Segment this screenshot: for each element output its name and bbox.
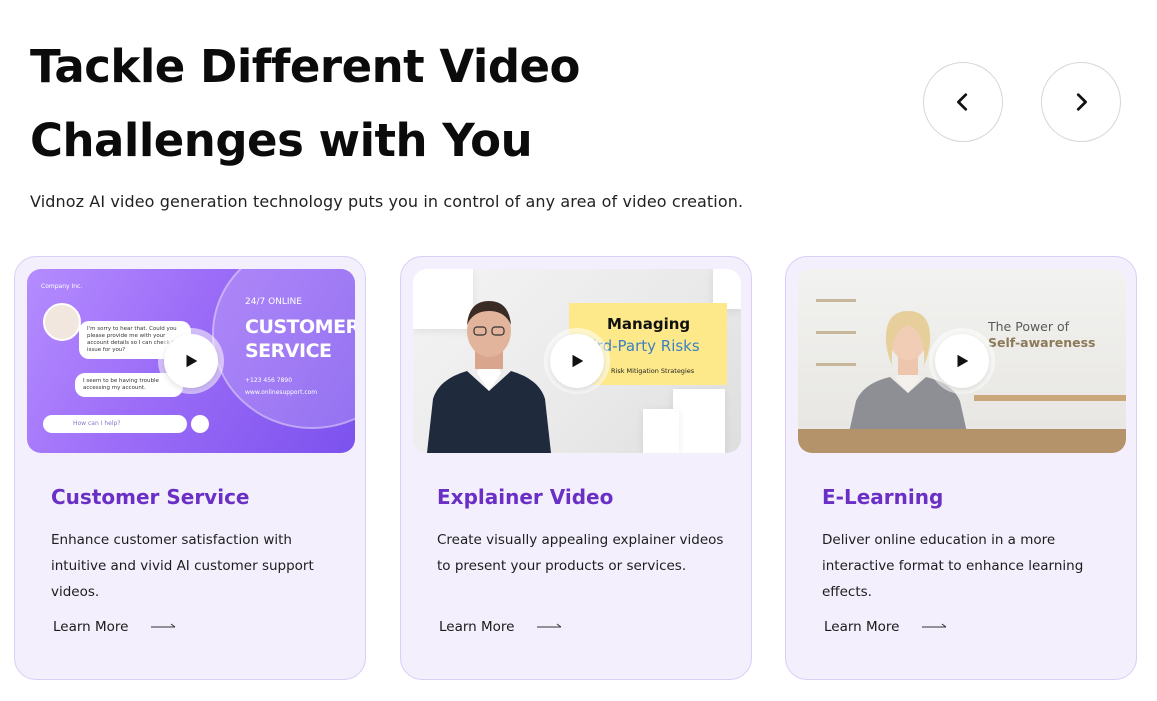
decor-block	[643, 409, 679, 453]
decor-block	[673, 389, 725, 453]
learn-more-label: Learn More	[53, 619, 129, 635]
sign-line-3: Risk Mitigation Strategies	[611, 367, 695, 375]
send-icon	[191, 415, 209, 433]
card-e-learning: The Power of Self-awareness E-Learning D…	[785, 256, 1137, 680]
site-text: www.onlinesupport.com	[245, 389, 318, 396]
wall-text-2: Self-awareness	[988, 335, 1096, 350]
company-logo: Company Inc.	[41, 283, 83, 290]
learn-more-link[interactable]: Learn More	[53, 619, 177, 635]
decor-desk	[798, 429, 1126, 453]
arrow-right-icon	[921, 623, 946, 628]
page-subtitle: Vidnoz AI video generation technology pu…	[30, 192, 744, 211]
learn-more-label: Learn More	[439, 619, 515, 635]
play-button[interactable]	[929, 328, 995, 394]
arrow-right-icon	[536, 623, 561, 628]
page-title-line-1: Tackle Different Video	[30, 40, 580, 93]
card-customer-service: Company Inc. 24/7 ONLINE CUSTOMER SERVIC…	[14, 256, 366, 680]
phone-text: +123 456 7890	[245, 377, 293, 384]
learn-more-link[interactable]: Learn More	[824, 619, 948, 635]
chevron-left-icon	[957, 93, 968, 111]
page-title-line-2: Challenges with You	[30, 114, 533, 167]
play-button[interactable]	[544, 328, 610, 394]
wall-text: The Power of Self-awareness	[988, 319, 1096, 351]
thumb-headline-2: SERVICE	[245, 340, 332, 362]
card-description: Deliver online education in a more inter…	[822, 532, 1084, 600]
play-icon	[957, 354, 969, 368]
play-icon	[186, 354, 198, 368]
card-title: Explainer Video	[437, 485, 614, 509]
thumb-headline: CUSTOMER SERVICE	[245, 315, 355, 363]
decor-desk-back	[974, 395, 1126, 401]
presenter-figure	[427, 301, 551, 453]
chevron-right-icon	[1076, 93, 1087, 111]
card-description: Enhance customer satisfaction with intui…	[51, 532, 314, 600]
learn-more-link[interactable]: Learn More	[439, 619, 563, 635]
agent-avatar	[43, 303, 81, 341]
wall-text-1: The Power of	[988, 319, 1070, 334]
card-explainer-video: Managing hird-Party Risks Risk Mitigatio…	[400, 256, 752, 680]
play-icon	[572, 354, 584, 368]
video-thumbnail-customer-service[interactable]: Company Inc. 24/7 ONLINE CUSTOMER SERVIC…	[27, 269, 355, 453]
thumb-headline-1: CUSTOMER	[245, 316, 355, 338]
carousel-next-button[interactable]	[1041, 62, 1121, 142]
video-thumbnail-explainer[interactable]: Managing hird-Party Risks Risk Mitigatio…	[413, 269, 741, 453]
sign-line-1: Managing	[607, 315, 691, 333]
chat-input: How can I help?	[43, 415, 187, 433]
play-button[interactable]	[158, 328, 224, 394]
page-title: Tackle Different Video Challenges with Y…	[30, 30, 670, 178]
online-label: 24/7 ONLINE	[245, 297, 302, 307]
arrow-right-icon	[150, 623, 175, 628]
carousel-prev-button[interactable]	[923, 62, 1003, 142]
contact-info: +123 456 7890 www.onlinesupport.com	[245, 375, 317, 399]
card-description: Create visually appealing explainer vide…	[437, 532, 724, 574]
learn-more-label: Learn More	[824, 619, 900, 635]
card-title: Customer Service	[51, 485, 250, 509]
video-thumbnail-e-learning[interactable]: The Power of Self-awareness	[798, 269, 1126, 453]
card-title: E-Learning	[822, 485, 944, 509]
